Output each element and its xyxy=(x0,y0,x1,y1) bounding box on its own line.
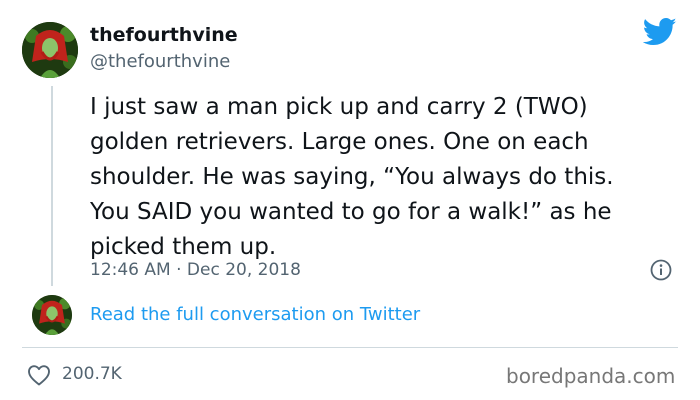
tweet-text: I just saw a man pick up and carry 2 (TW… xyxy=(90,90,690,265)
divider xyxy=(22,347,678,348)
author-display-name[interactable]: thefourthvine xyxy=(90,24,238,46)
info-icon[interactable] xyxy=(650,259,672,281)
tweet-text-line: golden retrievers. Large ones. One on ea… xyxy=(90,129,589,155)
tweet-text-line: I just saw a man pick up and carry 2 (TW… xyxy=(90,94,588,120)
tweet-text-line: You SAID you wanted to go for a walk!” a… xyxy=(90,199,612,225)
watermark: boredpanda.com xyxy=(506,364,676,388)
like-count: 200.7K xyxy=(62,364,122,384)
tweet-timestamp[interactable]: 12:46 AM · Dec 20, 2018 xyxy=(90,260,301,280)
twitter-bird-icon[interactable] xyxy=(643,17,677,47)
thread-line xyxy=(51,86,53,286)
author-avatar-small[interactable] xyxy=(32,295,72,335)
tweet-text-line: shoulder. He was saying, “You always do … xyxy=(90,164,614,190)
author-handle[interactable]: @thefourthvine xyxy=(90,51,230,72)
author-avatar[interactable] xyxy=(22,22,78,78)
heart-icon[interactable] xyxy=(27,364,51,386)
read-full-conversation-link[interactable]: Read the full conversation on Twitter xyxy=(90,304,420,325)
